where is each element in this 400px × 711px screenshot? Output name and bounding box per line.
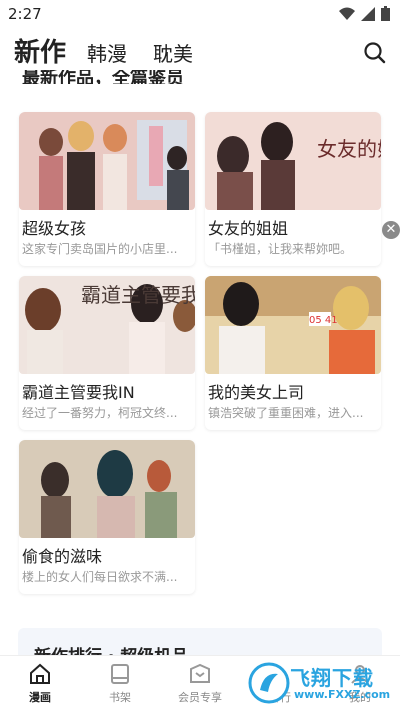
- comic-title: 女友的姐姐: [208, 219, 289, 238]
- comic-card[interactable]: 超级女孩 这家专门卖岛国片的小店里...: [19, 112, 195, 266]
- comic-desc: 镇浩突破了重重困难，进入...: [208, 406, 364, 420]
- watermark-logo-icon: [248, 662, 290, 704]
- signal-icon: [361, 6, 375, 21]
- comic-cover[interactable]: [19, 440, 195, 538]
- status-time: 2:27: [8, 5, 42, 23]
- tab-korean-comics[interactable]: 韩漫: [87, 38, 127, 67]
- comic-cover[interactable]: 女友的姐姐: [205, 112, 381, 210]
- status-icons: [339, 6, 390, 21]
- cover-sign-text: 05 41: [309, 315, 338, 326]
- comic-desc: 这家专门卖岛国片的小店里...: [22, 242, 178, 256]
- comic-card[interactable]: 女友的姐姐 女友的姐姐 「书槿姐，让我来帮妳吧。: [205, 112, 381, 266]
- cover-title-text: 女友的姐姐: [317, 137, 381, 161]
- comic-card[interactable]: 霸道主管要我IN 霸道主管要我IN 经过了一番努力，柯冠文终...: [19, 276, 195, 430]
- comic-card[interactable]: 偷食的滋味 楼上的女人们每日欲求不满...: [19, 440, 195, 594]
- book-icon: [111, 664, 129, 684]
- nav-label: 漫画: [29, 691, 51, 704]
- section-title: 最新作品，全篇鉴员: [22, 70, 184, 84]
- tab-new[interactable]: 新作: [14, 32, 66, 69]
- wifi-icon: [339, 7, 355, 20]
- nav-item-comics[interactable]: 漫画: [10, 662, 70, 705]
- comic-desc: 经过了一番努力，柯冠文终...: [22, 406, 178, 420]
- comic-title: 霸道主管要我IN: [22, 383, 135, 402]
- comic-card[interactable]: 05 41 我的美女上司 镇浩突破了重重困难，进入...: [205, 276, 381, 430]
- nav-label: 会员专享: [178, 691, 222, 704]
- comic-desc: 「书槿姐，让我来帮妳吧。: [208, 242, 353, 256]
- battery-icon: [381, 6, 390, 21]
- nav-label: 书架: [109, 691, 131, 704]
- comic-title: 超级女孩: [22, 219, 87, 238]
- search-icon[interactable]: [362, 40, 388, 66]
- comic-desc: 楼上的女人们每日欲求不满...: [22, 570, 178, 584]
- home-icon: [30, 663, 50, 684]
- watermark-url: www.FXXZ.com: [294, 688, 391, 701]
- comic-cover[interactable]: 05 41: [205, 276, 381, 374]
- close-icon[interactable]: ✕: [382, 221, 400, 239]
- watermark: 飞翔下载 www.FXXZ.com: [248, 660, 396, 706]
- comic-title: 偷食的滋味: [22, 547, 103, 566]
- watermark-brand: 飞翔下载: [290, 666, 374, 690]
- nav-item-vip[interactable]: 会员专享: [170, 662, 230, 705]
- nav-item-bookshelf[interactable]: 书架: [90, 662, 150, 705]
- tab-bl-comics[interactable]: 耽美: [153, 38, 193, 67]
- comic-title: 我的美女上司: [208, 383, 305, 402]
- comic-cover[interactable]: [19, 112, 195, 210]
- status-bar: 2:27: [0, 0, 400, 28]
- cover-title-text: 霸道主管要我IN: [81, 283, 195, 307]
- crown-icon: [190, 663, 210, 683]
- comic-cover[interactable]: 霸道主管要我IN: [19, 276, 195, 374]
